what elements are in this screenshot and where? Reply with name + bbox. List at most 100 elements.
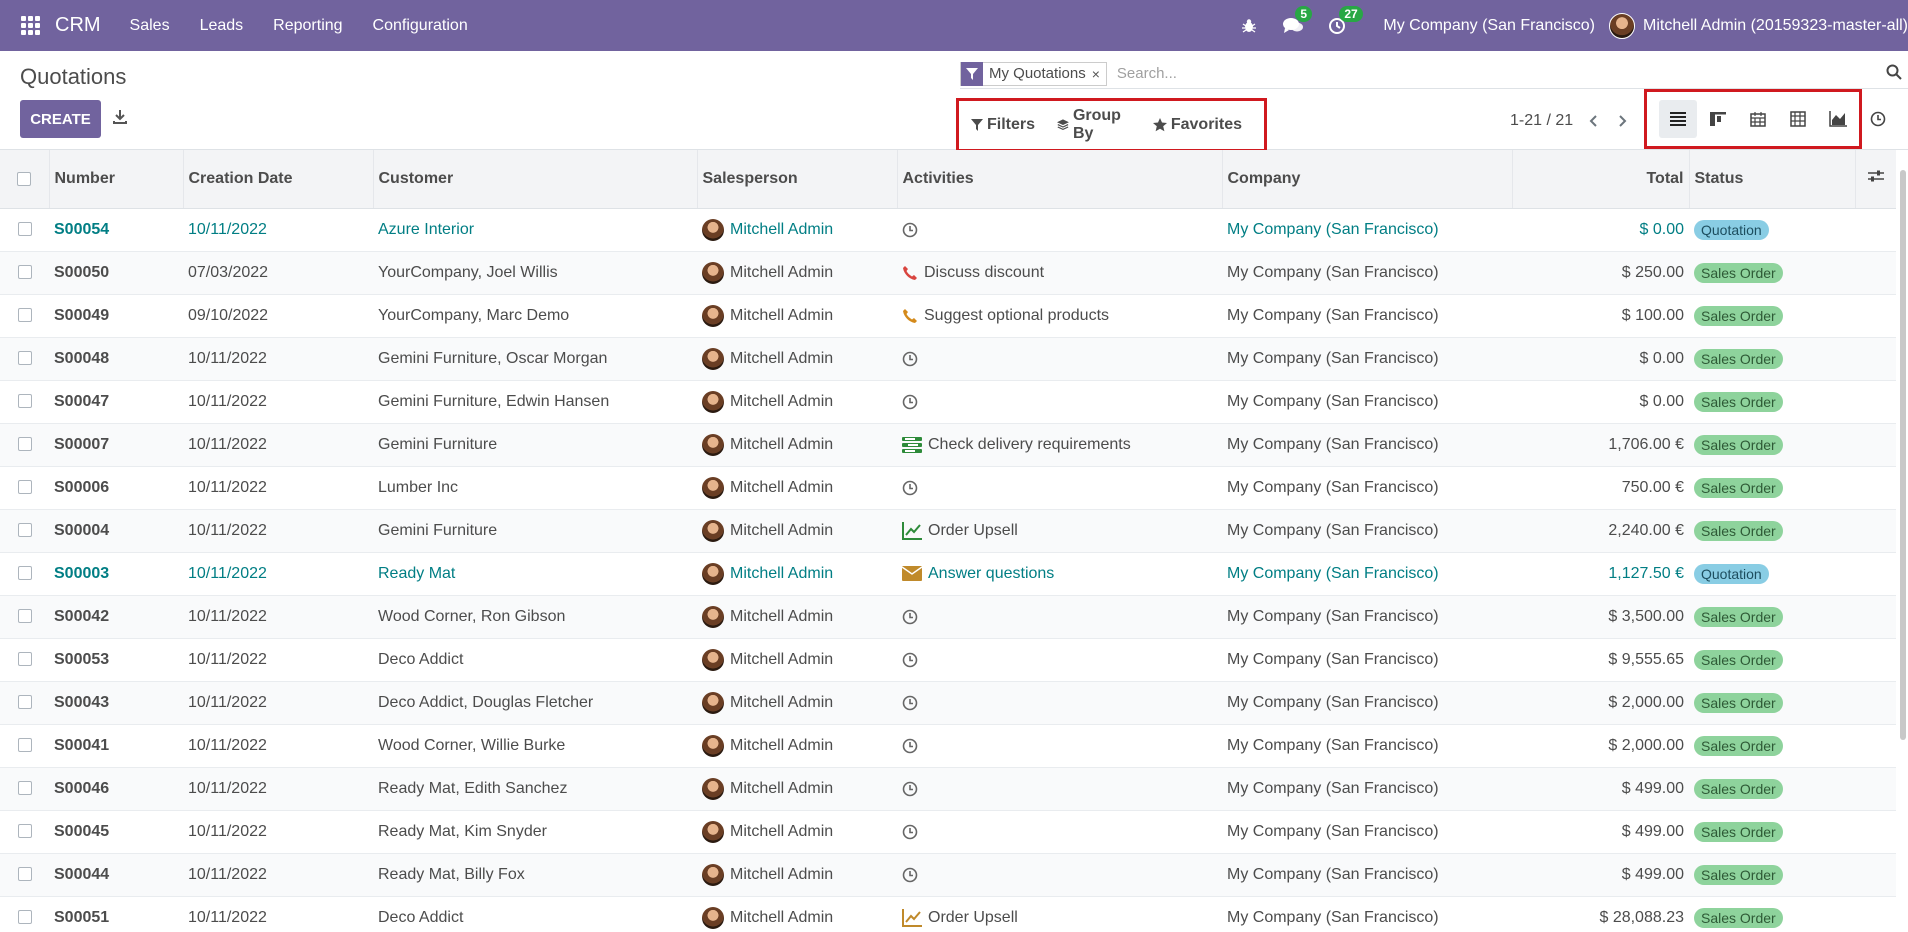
- row-activity-cell[interactable]: [897, 767, 1222, 811]
- table-row[interactable]: S00007 10/11/2022 Gemini Furniture Mitchell…: [0, 423, 1896, 467]
- row-total[interactable]: $ 499.00: [1512, 767, 1689, 811]
- row-checkbox[interactable]: [17, 652, 32, 667]
- row-status-cell[interactable]: Quotation: [1689, 208, 1855, 252]
- row-salesperson-cell[interactable]: Mitchell Admin: [697, 724, 897, 768]
- menu-reporting[interactable]: Reporting: [258, 17, 357, 35]
- row-customer[interactable]: Gemini Furniture: [373, 509, 697, 553]
- row-status-cell[interactable]: Sales Order: [1689, 724, 1855, 768]
- row-creation-date[interactable]: 10/11/2022: [183, 853, 373, 897]
- clock-icon[interactable]: [902, 738, 924, 754]
- user-menu[interactable]: Mitchell Admin (20159323-master-all): [1609, 12, 1908, 39]
- row-creation-date[interactable]: 10/11/2022: [183, 337, 373, 381]
- row-creation-date[interactable]: 10/11/2022: [183, 509, 373, 553]
- row-activity-cell[interactable]: [897, 681, 1222, 725]
- table-row[interactable]: S00054 10/11/2022 Azure Interior Mitchell A…: [0, 208, 1896, 252]
- row-number[interactable]: S00049: [49, 294, 183, 338]
- row-customer[interactable]: Ready Mat, Kim Snyder: [373, 810, 697, 854]
- clock-icon[interactable]: [902, 609, 924, 625]
- clock-icon[interactable]: [902, 824, 924, 840]
- row-company[interactable]: My Company (San Francisco): [1222, 681, 1512, 725]
- col-customer[interactable]: Customer: [373, 150, 698, 209]
- row-status-cell[interactable]: Sales Order: [1689, 509, 1855, 553]
- tasks-icon[interactable]: [902, 436, 928, 453]
- row-checkbox[interactable]: [17, 480, 32, 495]
- table-row[interactable]: S00041 10/11/2022 Wood Corner, Willie Burk…: [0, 724, 1896, 768]
- upsell-green-icon[interactable]: [902, 521, 928, 540]
- row-salesperson-cell[interactable]: Mitchell Admin: [697, 466, 897, 510]
- row-salesperson-cell[interactable]: Mitchell Admin: [697, 380, 897, 424]
- row-activity-cell[interactable]: [897, 337, 1222, 381]
- row-company[interactable]: My Company (San Francisco): [1222, 638, 1512, 682]
- row-creation-date[interactable]: 07/03/2022: [183, 251, 373, 295]
- row-company[interactable]: My Company (San Francisco): [1222, 466, 1512, 510]
- row-company[interactable]: My Company (San Francisco): [1222, 337, 1512, 381]
- row-customer[interactable]: Lumber Inc: [373, 466, 697, 510]
- row-number[interactable]: S00047: [49, 380, 183, 424]
- row-number[interactable]: S00006: [49, 466, 183, 510]
- groupby-button[interactable]: Group By: [1057, 107, 1131, 143]
- row-salesperson-cell[interactable]: Mitchell Admin: [697, 208, 897, 252]
- row-creation-date[interactable]: 10/11/2022: [183, 810, 373, 854]
- row-creation-date[interactable]: 10/11/2022: [183, 595, 373, 639]
- row-number[interactable]: S00050: [49, 251, 183, 295]
- calendar-view-icon[interactable]: [1739, 100, 1777, 138]
- row-status-cell[interactable]: Sales Order: [1689, 638, 1855, 682]
- table-row[interactable]: S00004 10/11/2022 Gemini Furniture Mitchell…: [0, 509, 1896, 553]
- row-company[interactable]: My Company (San Francisco): [1222, 208, 1512, 252]
- row-salesperson-cell[interactable]: Mitchell Admin: [697, 767, 897, 811]
- row-status-cell[interactable]: Sales Order: [1689, 466, 1855, 510]
- row-creation-date[interactable]: 10/11/2022: [183, 208, 373, 252]
- row-total[interactable]: $ 250.00: [1512, 251, 1689, 295]
- row-total[interactable]: $ 9,555.65: [1512, 638, 1689, 682]
- search-input[interactable]: [1116, 65, 1817, 82]
- row-activity-cell[interactable]: Check delivery requirements: [897, 423, 1222, 467]
- row-checkbox[interactable]: [17, 222, 32, 237]
- bug-icon[interactable]: [1237, 14, 1261, 38]
- row-checkbox[interactable]: [17, 781, 32, 796]
- clock-icon[interactable]: [902, 652, 924, 668]
- table-row[interactable]: S00048 10/11/2022 Gemini Furniture, Oscar …: [0, 337, 1896, 381]
- clock-icon[interactable]: [902, 867, 924, 883]
- col-activities[interactable]: Activities: [897, 150, 1223, 209]
- row-salesperson-cell[interactable]: Mitchell Admin: [697, 681, 897, 725]
- table-row[interactable]: S00053 10/11/2022 Deco Addict Mitchell Admi…: [0, 638, 1896, 682]
- messages-icon[interactable]: 5: [1281, 5, 1313, 38]
- row-number[interactable]: S00048: [49, 337, 183, 381]
- table-row[interactable]: S00043 10/11/2022 Deco Addict, Douglas Fle…: [0, 681, 1896, 725]
- row-number[interactable]: S00003: [49, 552, 183, 596]
- activity-view-icon[interactable]: [1870, 111, 1888, 129]
- facet-remove-icon[interactable]: ×: [1092, 66, 1106, 82]
- row-activity-cell[interactable]: [897, 208, 1222, 252]
- row-number[interactable]: S00042: [49, 595, 183, 639]
- row-customer[interactable]: Ready Mat, Billy Fox: [373, 853, 697, 897]
- col-number[interactable]: Number: [49, 150, 184, 209]
- row-number[interactable]: S00041: [49, 724, 183, 768]
- row-customer[interactable]: Deco Addict: [373, 896, 697, 932]
- row-total[interactable]: $ 3,500.00: [1512, 595, 1689, 639]
- row-activity-cell[interactable]: Discuss discount: [897, 251, 1222, 295]
- row-customer[interactable]: Wood Corner, Ron Gibson: [373, 595, 697, 639]
- clock-icon[interactable]: [902, 781, 924, 797]
- app-switcher-icon[interactable]: [21, 15, 41, 36]
- col-company[interactable]: Company: [1222, 150, 1513, 209]
- row-checkbox[interactable]: [17, 738, 32, 753]
- row-total[interactable]: 750.00 €: [1512, 466, 1689, 510]
- row-creation-date[interactable]: 10/11/2022: [183, 767, 373, 811]
- row-status-cell[interactable]: Sales Order: [1689, 294, 1855, 338]
- row-checkbox[interactable]: [17, 566, 32, 581]
- row-company[interactable]: My Company (San Francisco): [1222, 896, 1512, 932]
- row-creation-date[interactable]: 10/11/2022: [183, 896, 373, 932]
- row-company[interactable]: My Company (San Francisco): [1222, 509, 1512, 553]
- row-creation-date[interactable]: 09/10/2022: [183, 294, 373, 338]
- pager-next-icon[interactable]: [1615, 114, 1629, 128]
- row-company[interactable]: My Company (San Francisco): [1222, 853, 1512, 897]
- row-salesperson-cell[interactable]: Mitchell Admin: [697, 552, 897, 596]
- row-status-cell[interactable]: Sales Order: [1689, 681, 1855, 725]
- row-salesperson-cell[interactable]: Mitchell Admin: [697, 337, 897, 381]
- row-company[interactable]: My Company (San Francisco): [1222, 552, 1512, 596]
- row-total[interactable]: 1,127.50 €: [1512, 552, 1689, 596]
- row-status-cell[interactable]: Sales Order: [1689, 380, 1855, 424]
- row-checkbox[interactable]: [17, 824, 32, 839]
- row-status-cell[interactable]: Quotation: [1689, 552, 1855, 596]
- row-customer[interactable]: Deco Addict, Douglas Fletcher: [373, 681, 697, 725]
